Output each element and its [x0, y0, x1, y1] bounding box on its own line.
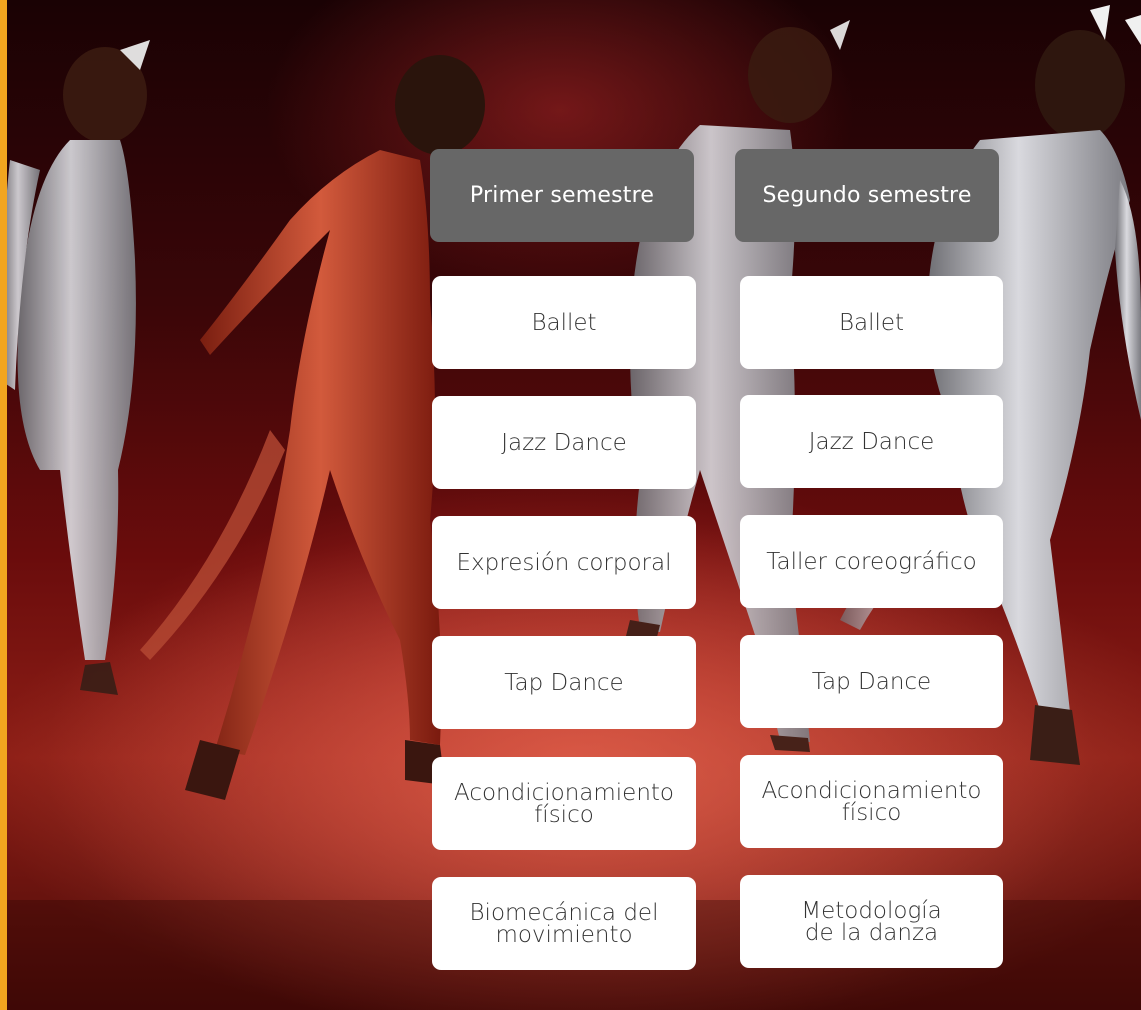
course-card: Acondicionamiento físico: [740, 755, 1003, 848]
column-header-primer-semestre: Primer semestre: [430, 149, 694, 242]
course-card: Taller coreográfico: [740, 515, 1003, 608]
course-card: Jazz Dance: [740, 395, 1003, 488]
course-card: Tap Dance: [432, 636, 696, 729]
course-card: Tap Dance: [740, 635, 1003, 728]
course-card: Jazz Dance: [432, 396, 696, 489]
column-header-segundo-semestre: Segundo semestre: [735, 149, 999, 242]
course-card: Ballet: [432, 276, 696, 369]
course-card: Acondicionamiento físico: [432, 757, 696, 850]
accent-stripe: [0, 0, 7, 1010]
course-card: Ballet: [740, 276, 1003, 369]
course-card: Expresión corporal: [432, 516, 696, 609]
course-card: Biomecánica del movimiento: [432, 877, 696, 970]
course-card: Metodología de la danza: [740, 875, 1003, 968]
